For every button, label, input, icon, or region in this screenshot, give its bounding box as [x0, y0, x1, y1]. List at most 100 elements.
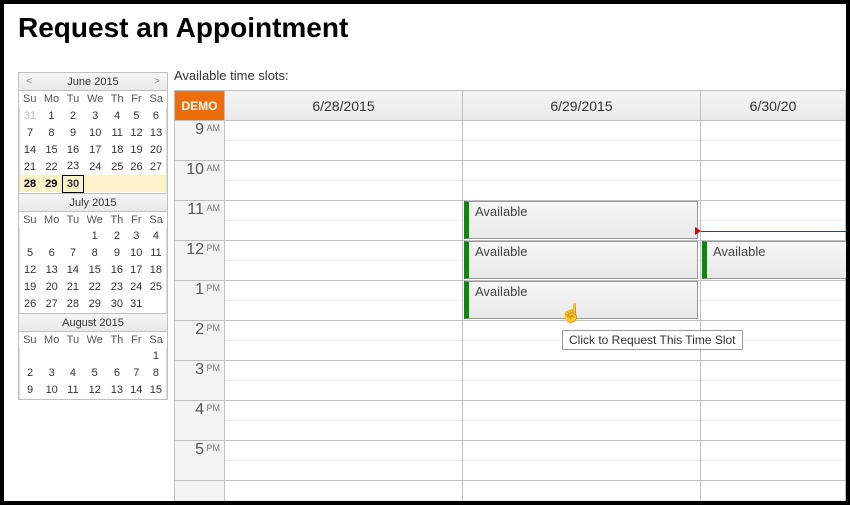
time-cell[interactable]: [225, 381, 462, 401]
calendar-day[interactable]: 3: [40, 365, 63, 382]
calendar-day[interactable]: 23: [63, 158, 83, 175]
time-cell[interactable]: [701, 141, 845, 161]
time-slot-event[interactable]: Available: [702, 241, 846, 279]
calendar-day[interactable]: 12: [20, 262, 41, 279]
calendar-day[interactable]: 6: [40, 245, 63, 262]
time-cell[interactable]: [225, 141, 462, 161]
calendar-day[interactable]: 2: [63, 107, 83, 124]
calendar-day[interactable]: 11: [107, 124, 127, 141]
calendar-day[interactable]: 15: [146, 382, 167, 399]
calendar-day[interactable]: 7: [127, 365, 146, 382]
calendar-day[interactable]: 11: [63, 382, 82, 399]
calendar-day[interactable]: 8: [40, 124, 63, 141]
calendar-day[interactable]: 17: [83, 141, 107, 158]
calendar-day[interactable]: 26: [20, 296, 41, 313]
calendar-day[interactable]: 4: [107, 107, 127, 124]
time-cell[interactable]: [701, 181, 845, 201]
time-cell[interactable]: [225, 301, 462, 321]
time-grid[interactable]: AvailableAvailableAvailableAvailable: [225, 121, 846, 501]
calendar-day[interactable]: 20: [146, 141, 167, 158]
time-slot-event[interactable]: Available: [464, 281, 698, 319]
calendar-day[interactable]: 29: [83, 296, 107, 313]
calendar-day[interactable]: 16: [63, 141, 83, 158]
time-cell[interactable]: [463, 181, 700, 201]
time-cell[interactable]: [225, 161, 462, 181]
time-cell[interactable]: [701, 121, 845, 141]
day-column[interactable]: [225, 121, 463, 501]
time-cell[interactable]: [225, 321, 462, 341]
next-month-button[interactable]: >: [149, 73, 165, 91]
calendar-day[interactable]: 15: [83, 262, 107, 279]
calendar-day[interactable]: 12: [127, 124, 146, 141]
calendar-day[interactable]: 28: [63, 296, 82, 313]
calendar-day[interactable]: 14: [127, 382, 146, 399]
time-cell[interactable]: [463, 481, 700, 501]
calendar-day[interactable]: 9: [107, 245, 127, 262]
calendar-day[interactable]: 24: [127, 279, 146, 296]
calendar-day[interactable]: 31: [20, 107, 41, 124]
calendar-day[interactable]: 29: [40, 175, 63, 192]
calendar-day[interactable]: 6: [107, 365, 127, 382]
calendar-day[interactable]: 14: [20, 141, 41, 158]
calendar-day[interactable]: 6: [146, 107, 167, 124]
time-slot-event[interactable]: Available: [464, 201, 698, 239]
time-cell[interactable]: [463, 461, 700, 481]
calendar-day[interactable]: 7: [63, 245, 82, 262]
time-cell[interactable]: [701, 441, 845, 461]
day-column[interactable]: [701, 121, 846, 501]
calendar-day[interactable]: 15: [40, 141, 63, 158]
time-cell[interactable]: [225, 201, 462, 221]
time-cell[interactable]: [463, 381, 700, 401]
calendar-day[interactable]: 7: [20, 124, 41, 141]
time-slot-event[interactable]: Available: [464, 241, 698, 279]
calendar-day[interactable]: 4: [63, 365, 82, 382]
calendar-day[interactable]: 13: [107, 382, 127, 399]
calendar-day[interactable]: 8: [146, 365, 167, 382]
time-cell[interactable]: [463, 441, 700, 461]
calendar-day[interactable]: 8: [83, 245, 107, 262]
time-cell[interactable]: [463, 421, 700, 441]
calendar-day[interactable]: 27: [146, 158, 167, 175]
time-cell[interactable]: [701, 401, 845, 421]
time-cell[interactable]: [701, 421, 845, 441]
calendar-day[interactable]: 1: [146, 348, 167, 365]
time-cell[interactable]: [463, 361, 700, 381]
calendar-day[interactable]: 10: [40, 382, 63, 399]
calendar-day[interactable]: 27: [40, 296, 63, 313]
calendar-day[interactable]: 12: [83, 382, 107, 399]
time-cell[interactable]: [225, 261, 462, 281]
time-cell[interactable]: [701, 301, 845, 321]
calendar-day[interactable]: 4: [146, 228, 167, 245]
time-cell[interactable]: [225, 401, 462, 421]
calendar-day[interactable]: 17: [127, 262, 146, 279]
calendar-day[interactable]: 19: [127, 141, 146, 158]
time-cell[interactable]: [463, 401, 700, 421]
day-header[interactable]: 6/28/2015: [225, 91, 463, 120]
calendar-day[interactable]: 26: [127, 158, 146, 175]
calendar-day[interactable]: 9: [63, 124, 83, 141]
calendar-day[interactable]: 2: [20, 365, 41, 382]
calendar-day[interactable]: 25: [107, 158, 127, 175]
calendar-day[interactable]: 11: [146, 245, 167, 262]
calendar-day[interactable]: 9: [20, 382, 41, 399]
calendar-day[interactable]: 18: [146, 262, 167, 279]
calendar-day[interactable]: 19: [20, 279, 41, 296]
time-cell[interactable]: [463, 141, 700, 161]
calendar-day[interactable]: 22: [40, 158, 63, 175]
calendar-day[interactable]: 30: [107, 296, 127, 313]
calendar-day[interactable]: 28: [20, 175, 41, 192]
calendar-day[interactable]: 13: [40, 262, 63, 279]
calendar-day[interactable]: 14: [63, 262, 82, 279]
calendar-day[interactable]: 3: [83, 107, 107, 124]
calendar-day[interactable]: 3: [127, 228, 146, 245]
calendar-day[interactable]: 2: [107, 228, 127, 245]
calendar-day[interactable]: 10: [83, 124, 107, 141]
time-cell[interactable]: [225, 121, 462, 141]
calendar-day[interactable]: 25: [146, 279, 167, 296]
time-cell[interactable]: [701, 361, 845, 381]
calendar-day[interactable]: 16: [107, 262, 127, 279]
calendar-day[interactable]: 24: [83, 158, 107, 175]
time-cell[interactable]: [225, 481, 462, 501]
calendar-day[interactable]: 5: [127, 107, 146, 124]
time-cell[interactable]: [701, 161, 845, 181]
